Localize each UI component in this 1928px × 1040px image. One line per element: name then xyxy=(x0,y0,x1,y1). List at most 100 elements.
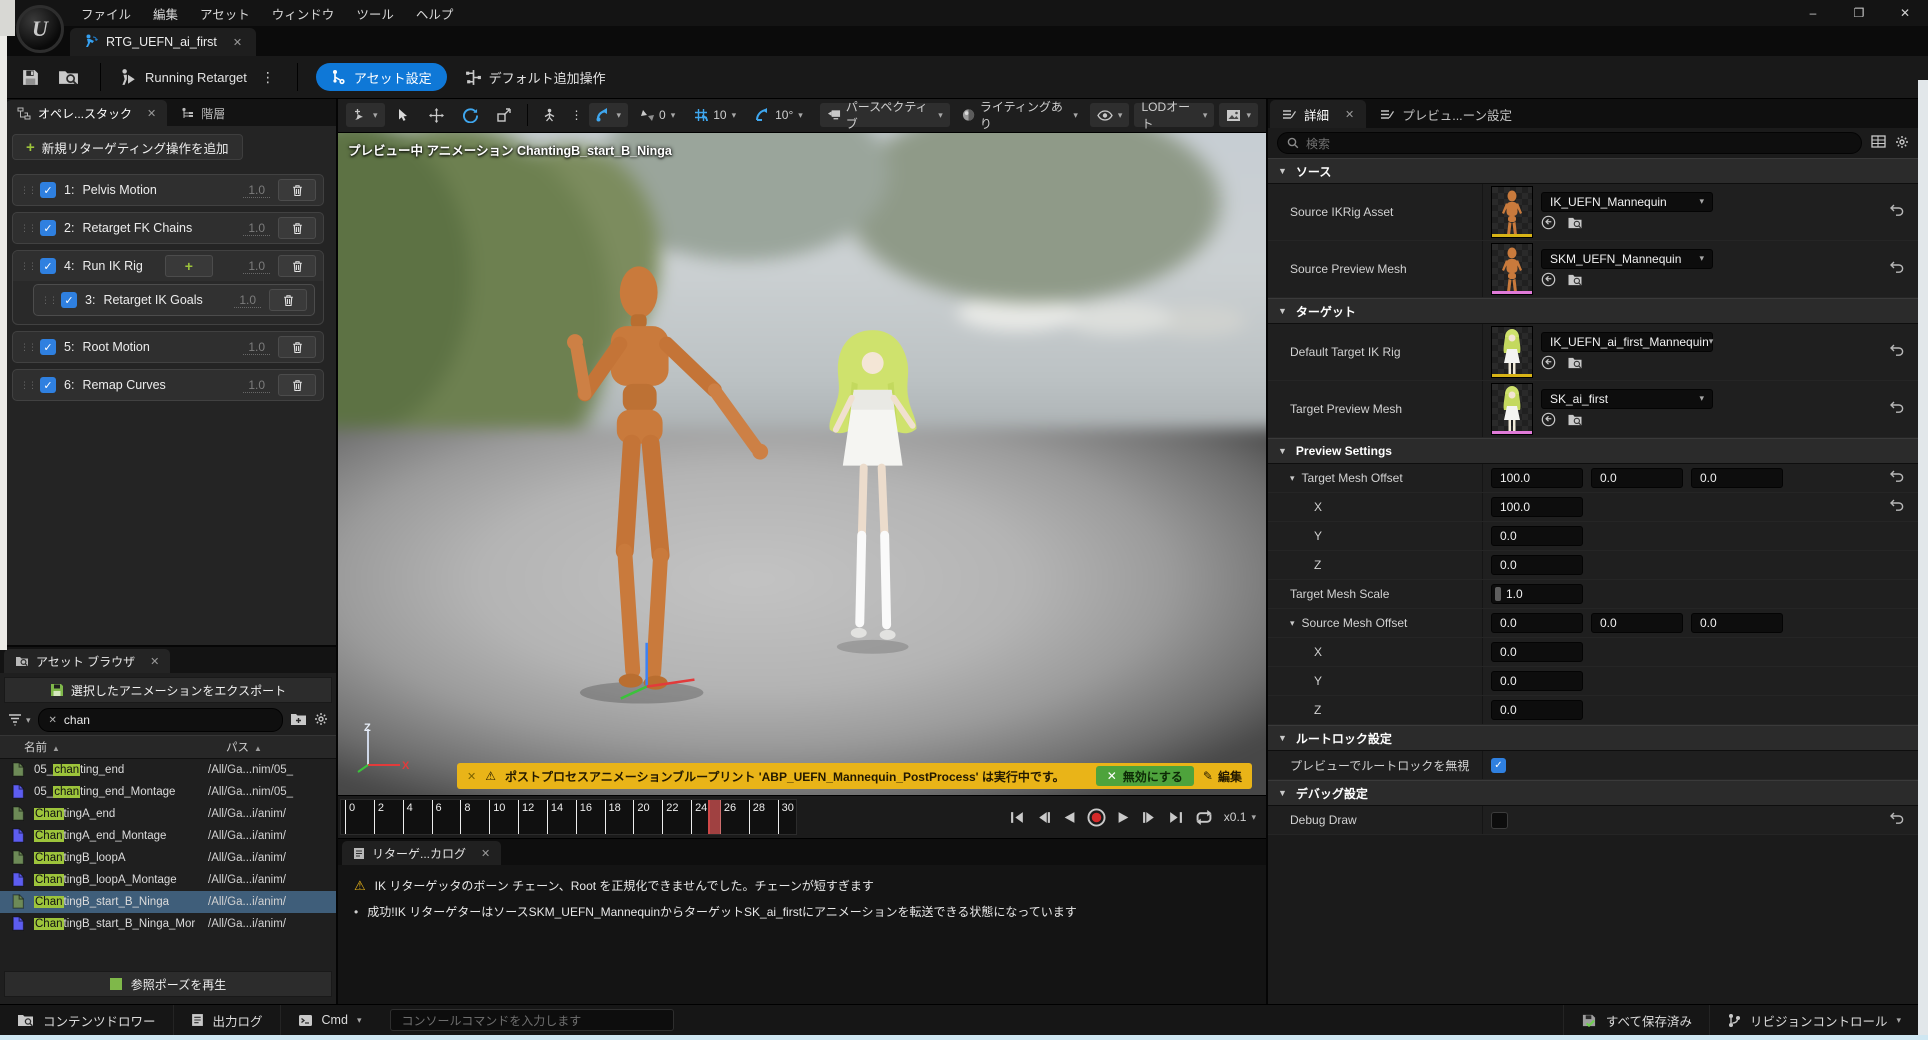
rotation-snap-dropdown[interactable]: 10° ▾ xyxy=(748,103,810,127)
perspective-dropdown[interactable]: パースペクティブ ▾ xyxy=(820,103,950,127)
tab-close-icon[interactable]: ✕ xyxy=(150,655,159,668)
drag-handle-icon[interactable]: ⋮⋮ xyxy=(20,380,32,391)
number-input[interactable]: 0.0 xyxy=(1491,700,1583,720)
asset-search-input[interactable]: ✕ chan xyxy=(38,708,283,732)
maximize-button[interactable]: ❐ xyxy=(1836,0,1882,26)
asset-row[interactable]: ChantingB_loopA_Montage/All/Ga...i/anim/ xyxy=(0,869,336,891)
scale-tool-icon[interactable] xyxy=(490,103,518,127)
save-search-folder-icon[interactable] xyxy=(290,712,307,729)
delete-op-button[interactable] xyxy=(278,179,316,201)
running-retarget-button[interactable]: Running Retarget xyxy=(119,68,247,86)
drag-handle-icon[interactable]: ⋮⋮ xyxy=(20,261,32,272)
op-enabled-checkbox[interactable]: ✓ xyxy=(40,258,56,274)
tab-close-icon[interactable]: ✕ xyxy=(147,107,156,120)
op-row-run-ik-rig[interactable]: ⋮⋮✓4:Run IK Rig+1.0 xyxy=(13,251,323,281)
asset-select-dropdown[interactable]: IK_UEFN_ai_first_Mannequin▾ xyxy=(1541,332,1713,352)
asset-select-dropdown[interactable]: SK_ai_first▾ xyxy=(1541,389,1713,409)
op-weight-field[interactable]: 1.0 xyxy=(243,340,270,355)
asset-row[interactable]: ChantingA_end_Montage/All/Ga...i/anim/ xyxy=(0,825,336,847)
step-back-button[interactable] xyxy=(1036,811,1051,824)
browse-to-asset-icon[interactable] xyxy=(1567,273,1583,289)
delete-op-button[interactable] xyxy=(278,217,316,239)
unreal-logo-icon[interactable]: U xyxy=(16,5,64,53)
record-button[interactable] xyxy=(1087,808,1106,827)
loop-button[interactable] xyxy=(1194,810,1214,825)
select-mode-dropdown[interactable]: ▾ xyxy=(346,103,385,127)
number-input[interactable]: 0.0 xyxy=(1491,642,1583,662)
asset-row[interactable]: ChantingB_start_B_Ninga/All/Ga...i/anim/ xyxy=(0,891,336,913)
details-search-input[interactable]: 検索 xyxy=(1277,132,1862,154)
step-forward-button[interactable] xyxy=(1142,811,1157,824)
go-to-start-button[interactable] xyxy=(1010,811,1025,824)
expander-icon[interactable]: ▾ xyxy=(1290,473,1295,484)
op-weight-field[interactable]: 1.0 xyxy=(243,183,270,198)
vector-component-input[interactable]: 0.0 xyxy=(1491,613,1583,633)
reset-to-default-button[interactable] xyxy=(1890,344,1905,360)
op-row-remap-curves[interactable]: ⋮⋮✓6:Remap Curves1.0 xyxy=(12,369,324,401)
more-options-icon[interactable]: ⋮ xyxy=(568,103,584,127)
browse-to-asset-icon[interactable] xyxy=(1567,216,1583,232)
delete-op-button[interactable] xyxy=(278,255,316,277)
op-enabled-checkbox[interactable]: ✓ xyxy=(40,339,56,355)
vector-component-input[interactable]: 100.0 xyxy=(1491,468,1583,488)
section-header-ソース[interactable]: ▼ソース xyxy=(1268,158,1918,184)
lod-dropdown[interactable]: LODオート ▾ xyxy=(1134,103,1214,127)
vector-component-input[interactable]: 0.0 xyxy=(1591,468,1683,488)
asset-settings-button[interactable]: アセット設定 xyxy=(316,63,447,91)
section-header-デバッグ設定[interactable]: ▼デバッグ設定 xyxy=(1268,780,1918,806)
console-command-input[interactable]: コンソールコマンドを入力します xyxy=(390,1009,674,1031)
drag-handle-icon[interactable]: ⋮⋮ xyxy=(41,295,53,306)
go-to-end-button[interactable] xyxy=(1168,811,1183,824)
delete-op-button[interactable] xyxy=(278,374,316,396)
reset-to-default-button[interactable] xyxy=(1890,499,1905,515)
asset-row[interactable]: ChantingB_loopA/All/Ga...i/anim/ xyxy=(0,847,336,869)
browse-to-asset-icon[interactable] xyxy=(1567,413,1583,429)
tab-op-stack[interactable]: オペレ...スタック ✕ xyxy=(6,100,167,126)
rotate-tool-icon[interactable] xyxy=(456,103,485,127)
column-path[interactable]: パス▲ xyxy=(222,739,336,755)
settings-gear-icon[interactable] xyxy=(314,712,328,729)
playback-speed-dropdown[interactable]: x0.1 ▾ xyxy=(1224,810,1256,824)
tab-close-icon[interactable]: ✕ xyxy=(481,847,490,860)
browse-to-asset-button[interactable] xyxy=(54,64,82,90)
export-selected-anim-button[interactable]: 選択したアニメーションをエクスポート xyxy=(4,677,332,703)
asset-row[interactable]: ChantingB_start_B_Ninga_Mor/All/Ga...i/a… xyxy=(0,913,336,935)
asset-select-dropdown[interactable]: SKM_UEFN_Mannequin▾ xyxy=(1541,249,1713,269)
output-log-button[interactable]: 出力ログ xyxy=(174,1005,281,1035)
select-tool-icon[interactable] xyxy=(390,103,417,127)
add-ik-goal-button[interactable]: + xyxy=(165,255,213,277)
op-weight-field[interactable]: 1.0 xyxy=(243,378,270,393)
default-chain-ops-button[interactable]: デフォルト追加操作 xyxy=(465,68,606,87)
op-row-retarget-ik-goals[interactable]: ⋮⋮✓3:Retarget IK Goals1.0 xyxy=(33,284,315,316)
transform-space-dropdown[interactable]: ▾ xyxy=(589,103,628,127)
warning-close-icon[interactable]: ✕ xyxy=(467,770,476,783)
use-selected-asset-icon[interactable] xyxy=(1541,272,1556,290)
asset-select-dropdown[interactable]: IK_UEFN_Mannequin▾ xyxy=(1541,192,1713,212)
slider-knob[interactable] xyxy=(1495,587,1501,601)
section-header-ターゲット[interactable]: ▼ターゲット xyxy=(1268,298,1918,324)
reset-to-default-button[interactable] xyxy=(1890,204,1905,220)
tab-hierarchy[interactable]: 階層 xyxy=(169,100,236,126)
number-input[interactable]: 0.0 xyxy=(1491,555,1583,575)
menu-item-3[interactable]: ウィンドウ xyxy=(261,0,346,28)
expander-icon[interactable]: ▾ xyxy=(1290,618,1295,629)
tab-retarget-log[interactable]: リターゲ...カログ ✕ xyxy=(342,841,501,865)
show-flags-dropdown[interactable]: ▾ xyxy=(1090,103,1130,127)
op-enabled-checkbox[interactable]: ✓ xyxy=(40,220,56,236)
tab-close-icon[interactable]: ✕ xyxy=(233,36,242,49)
drag-handle-icon[interactable]: ⋮⋮ xyxy=(20,223,32,234)
asset-thumbnail[interactable] xyxy=(1491,383,1533,435)
playhead[interactable] xyxy=(708,800,721,834)
vector-component-input[interactable]: 0.0 xyxy=(1591,613,1683,633)
delete-op-button[interactable] xyxy=(278,336,316,358)
op-enabled-checkbox[interactable]: ✓ xyxy=(61,292,77,308)
number-input[interactable]: 0.0 xyxy=(1491,671,1583,691)
filter-funnel-icon[interactable]: ▾ xyxy=(8,714,31,726)
section-header-Preview Settings[interactable]: ▼Preview Settings xyxy=(1268,438,1918,464)
save-button[interactable] xyxy=(16,64,44,90)
use-selected-asset-icon[interactable] xyxy=(1541,215,1556,233)
timeline-ruler[interactable]: 024681012141618202224262830 xyxy=(340,799,797,835)
revision-control-dropdown[interactable]: リビジョンコントロール ▾ xyxy=(1709,1005,1918,1035)
viewport-3d-scene[interactable]: プレビュー中 アニメーション ChantingB_start_B_Ninga Z… xyxy=(338,133,1266,795)
surface-snap-dropdown[interactable]: 0 ▾ xyxy=(633,103,682,127)
